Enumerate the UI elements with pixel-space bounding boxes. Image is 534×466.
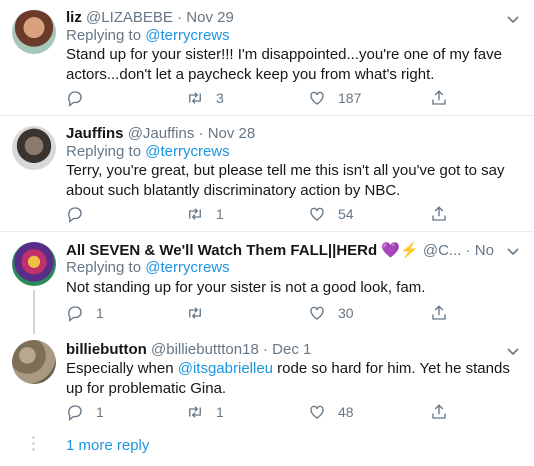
avatar[interactable]	[12, 340, 56, 384]
like-count: 30	[338, 305, 354, 321]
tweet-actions: 1 54	[66, 204, 456, 224]
retweet-button[interactable]: 1	[186, 204, 224, 224]
retweet-count: 1	[216, 206, 224, 222]
tweet-text: Stand up for your sister!!! I'm disappoi…	[66, 46, 502, 83]
reply-count: 1	[96, 404, 104, 420]
reply-button[interactable]	[66, 88, 96, 108]
like-icon	[310, 207, 324, 221]
like-icon	[310, 306, 324, 320]
like-icon	[310, 405, 324, 419]
user-name[interactable]: liz	[66, 9, 82, 26]
avatar[interactable]	[12, 10, 56, 54]
separator: ·	[177, 9, 183, 26]
reply-icon	[68, 405, 82, 421]
tweet-actions: 3 187	[66, 88, 456, 108]
tweet[interactable]: All SEVEN & We'll Watch Them FALL||HERd …	[0, 232, 534, 334]
tweet[interactable]: liz @LIZABEBE · Nov 29 Replying to @terr…	[0, 0, 534, 116]
user-handle[interactable]: @billiebuttton18	[151, 341, 259, 358]
thread-dots	[32, 436, 36, 454]
retweet-button[interactable]: 1	[186, 402, 224, 422]
retweet-icon	[189, 208, 201, 220]
avatar[interactable]	[12, 242, 56, 286]
tweet-actions: 1 30	[66, 303, 456, 323]
share-icon	[432, 305, 446, 320]
separator: ·	[198, 125, 204, 142]
like-icon	[310, 91, 324, 105]
chevron-down-icon[interactable]	[506, 344, 520, 358]
user-name[interactable]: Jauffins	[66, 125, 124, 142]
user-name[interactable]: billiebutton	[66, 341, 147, 358]
tweet-text-start: Especially when	[66, 360, 178, 377]
reply-icon	[68, 91, 82, 107]
tweet-text: Terry, you're great, but please tell me …	[66, 162, 505, 199]
reply-button[interactable]: 1	[66, 303, 104, 323]
avatar[interactable]	[12, 126, 56, 170]
share-button[interactable]	[430, 303, 448, 323]
retweet-icon	[189, 92, 201, 104]
tweet-date[interactable]: Nov 30	[475, 242, 494, 259]
reply-icon	[68, 306, 82, 322]
retweet-icon	[189, 406, 201, 418]
replying-to-label: Replying to	[66, 143, 142, 160]
tweet-actions: 1 1 48	[66, 402, 456, 422]
reply-icon	[68, 207, 82, 223]
user-name[interactable]: All SEVEN & We'll Watch Them FALL||HERd	[66, 242, 377, 259]
share-icon	[432, 404, 446, 419]
tweet-date[interactable]: Nov 28	[208, 125, 256, 142]
tweet-text: Especially when @itsgabrielleu rode so h…	[66, 359, 520, 399]
tweet-text: Not standing up for your sister is not a…	[66, 279, 426, 296]
user-handle[interactable]: @C...	[423, 242, 462, 259]
user-handle[interactable]: @LIZABEBE	[86, 9, 173, 26]
chevron-down-icon[interactable]	[506, 244, 520, 258]
separator: ·	[262, 341, 268, 358]
tweet[interactable]: Jauffins @Jauffins · Nov 28 Replying to …	[0, 116, 534, 232]
retweet-button[interactable]	[186, 303, 216, 323]
like-count: 54	[338, 206, 354, 222]
replying-to-link[interactable]: @terrycrews	[145, 27, 229, 44]
reply-button[interactable]	[66, 204, 96, 224]
share-button[interactable]	[430, 88, 448, 108]
retweet-count: 1	[216, 404, 224, 420]
replying-to-label: Replying to	[66, 259, 142, 276]
share-icon	[432, 90, 446, 105]
mention-link[interactable]: @itsgabrielleu	[178, 360, 273, 377]
replying-to-link[interactable]: @terrycrews	[145, 259, 229, 276]
retweet-button[interactable]: 3	[186, 88, 224, 108]
like-button[interactable]: 54	[308, 204, 354, 224]
reply-button[interactable]: 1	[66, 402, 104, 422]
like-button[interactable]: 48	[308, 402, 354, 422]
replying-to-label: Replying to	[66, 27, 142, 44]
share-button[interactable]	[430, 402, 448, 422]
like-count: 48	[338, 404, 354, 420]
more-replies-link[interactable]: 1 more reply	[66, 437, 149, 454]
share-icon	[432, 206, 446, 221]
user-handle[interactable]: @Jauffins	[128, 125, 195, 142]
share-button[interactable]	[430, 204, 448, 224]
tweet-date[interactable]: Nov 29	[186, 9, 234, 26]
tweet-date[interactable]: Dec 1	[272, 341, 311, 358]
reply-count: 1	[96, 305, 104, 321]
chevron-down-icon[interactable]	[506, 12, 520, 26]
name-emoji: 💜⚡	[381, 242, 419, 259]
like-button[interactable]: 187	[308, 88, 361, 108]
retweet-icon	[189, 307, 201, 319]
like-count: 187	[338, 90, 362, 106]
separator: ·	[465, 242, 471, 259]
retweet-count: 3	[216, 90, 224, 106]
replying-to-link[interactable]: @terrycrews	[145, 143, 229, 160]
like-button[interactable]: 30	[308, 303, 354, 323]
thread-line	[33, 290, 35, 334]
